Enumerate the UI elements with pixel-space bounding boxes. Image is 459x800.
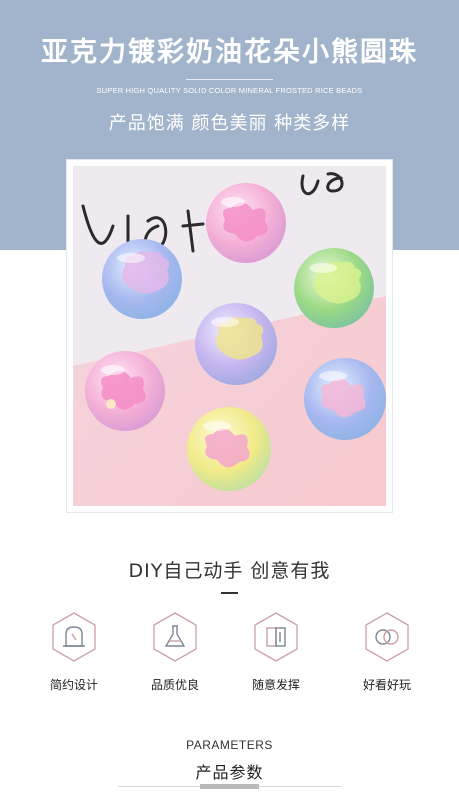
diy-divider bbox=[221, 592, 238, 594]
pink-flower-bead-2 bbox=[85, 351, 165, 431]
pink-flower-bead bbox=[206, 183, 286, 263]
feature-free-creation: 随意发挥 bbox=[231, 612, 321, 693]
product-photo-frame bbox=[67, 160, 392, 512]
purple-bear-bead bbox=[195, 303, 277, 385]
product-photo-illustration bbox=[73, 166, 386, 506]
product-photo bbox=[73, 166, 386, 506]
page-title: 亚克力镀彩奶油花朵小熊圆珠 bbox=[41, 37, 418, 68]
title-divider bbox=[186, 79, 273, 80]
feature-label: 品质优良 bbox=[150, 678, 199, 692]
feature-good-quality: 品质优良 bbox=[130, 612, 220, 693]
diy-heading: DIY自己动手 创意有我 bbox=[128, 560, 331, 582]
page-subtitle: SUPER HIGH QUALITY SOLID COLOR MINERAL F… bbox=[96, 86, 363, 95]
feature-simple-design: 简约设计 bbox=[29, 612, 119, 693]
blue-flower-bead bbox=[304, 358, 386, 440]
feature-label: 好看好玩 bbox=[362, 678, 411, 692]
rings-icon bbox=[365, 612, 409, 662]
feature-label: 简约设计 bbox=[49, 678, 98, 692]
yellow-flower-bead bbox=[187, 407, 271, 491]
book-icon bbox=[254, 612, 298, 662]
tagline: 产品饱满 颜色美丽 种类多样 bbox=[108, 113, 351, 134]
parameters-title-cn: 产品参数 bbox=[195, 763, 264, 782]
feature-label: 随意发挥 bbox=[251, 678, 300, 692]
green-bear-bead bbox=[294, 248, 374, 328]
parameters-title-en: PARAMETERS bbox=[186, 738, 273, 752]
flask-icon bbox=[153, 612, 197, 662]
mannequin-icon bbox=[52, 612, 96, 662]
blue-bear-bead bbox=[102, 239, 182, 319]
feature-fun-look: 好看好玩 bbox=[342, 612, 432, 693]
parameters-accent-bar bbox=[200, 784, 259, 789]
